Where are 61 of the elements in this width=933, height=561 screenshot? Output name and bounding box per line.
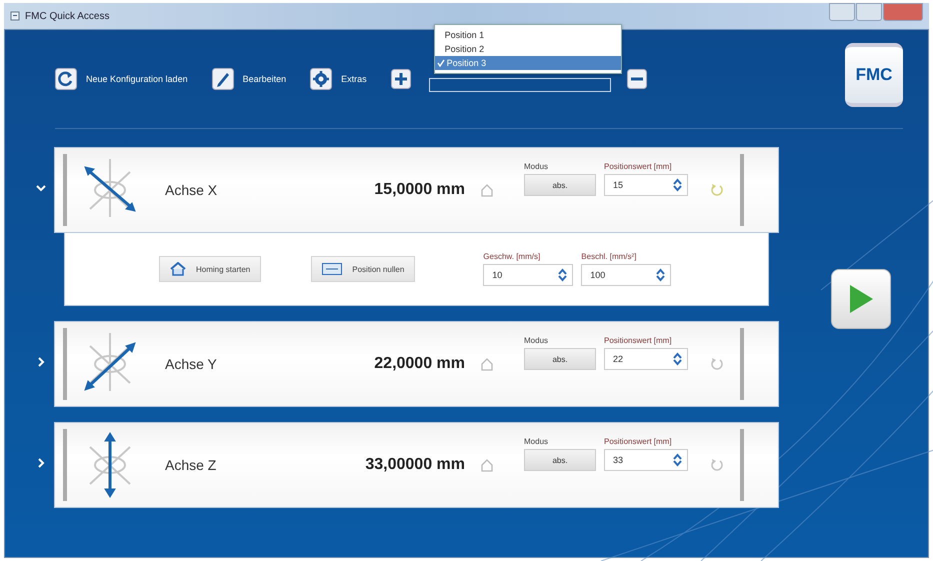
position-reading: 15,0000 mm bbox=[373, 181, 465, 199]
dropdown-option[interactable]: Position 3 bbox=[434, 56, 621, 70]
axis-name: Achse X bbox=[165, 182, 218, 198]
remove-button[interactable] bbox=[626, 69, 647, 89]
mode-button[interactable]: abs. bbox=[524, 174, 596, 196]
home-icon bbox=[480, 357, 494, 371]
field-label: Modus bbox=[524, 336, 550, 345]
window-title: FMC Quick Access bbox=[25, 10, 110, 22]
field-label: Geschw. [mm/s] bbox=[483, 252, 542, 261]
reset-icon[interactable] bbox=[710, 183, 724, 197]
start-button[interactable] bbox=[831, 269, 891, 329]
play-icon bbox=[848, 284, 874, 314]
field-label: Positionswert [mm] bbox=[604, 437, 673, 446]
add-button[interactable] bbox=[390, 69, 411, 89]
homing-button[interactable]: Homing starten bbox=[159, 256, 262, 282]
maximize-button[interactable] bbox=[856, 3, 882, 21]
spinner-arrows-icon bbox=[656, 268, 666, 282]
minus-icon bbox=[626, 69, 647, 89]
reset-icon[interactable] bbox=[710, 357, 724, 371]
spinner-arrows-icon bbox=[673, 453, 682, 467]
mode-button[interactable]: abs. bbox=[524, 348, 596, 370]
axis-name: Achse Y bbox=[165, 356, 218, 372]
display-icon bbox=[322, 263, 342, 275]
check-icon bbox=[436, 59, 445, 67]
toolbar-button[interactable]: Neue Konfiguration laden bbox=[55, 68, 188, 90]
speed-field[interactable]: 10 bbox=[483, 264, 574, 286]
field-label: Positionswert [mm] bbox=[604, 162, 673, 171]
pencil-icon bbox=[212, 68, 234, 90]
chevron-right-icon[interactable] bbox=[36, 357, 46, 367]
field-label: Modus bbox=[524, 437, 550, 446]
axis-name: Achse Z bbox=[165, 457, 218, 473]
chevron-right-icon[interactable] bbox=[36, 458, 46, 468]
chevron-down-icon[interactable] bbox=[36, 183, 46, 193]
fmc-logo: FMC bbox=[845, 43, 903, 107]
app-icon bbox=[10, 11, 20, 21]
zero-position-button[interactable]: Position nullen bbox=[311, 256, 416, 282]
toolbar-button[interactable]: Bearbeiten bbox=[212, 68, 286, 90]
toolbar-button[interactable]: Extras bbox=[310, 68, 367, 90]
dropdown-option[interactable]: Position 2 bbox=[434, 42, 621, 56]
dropdown-option[interactable]: Position 1 bbox=[434, 28, 621, 42]
settings-icon bbox=[310, 68, 332, 90]
mode-button[interactable]: abs. bbox=[524, 449, 596, 471]
plus-icon bbox=[390, 69, 411, 89]
position-reading: 33,00000 mm bbox=[364, 456, 465, 474]
reset-icon[interactable] bbox=[710, 458, 724, 472]
home-icon bbox=[480, 458, 494, 472]
field-label: Modus bbox=[524, 162, 550, 171]
home-icon bbox=[170, 262, 186, 276]
spinner-arrows-icon bbox=[673, 178, 682, 192]
spinner-arrows-icon bbox=[673, 352, 682, 366]
position-value-field[interactable]: 33 bbox=[604, 449, 688, 471]
position-value-field[interactable]: 22 bbox=[604, 348, 688, 370]
acceleration-field[interactable]: 100 bbox=[581, 264, 672, 286]
spinner-arrows-icon bbox=[558, 268, 568, 282]
home-icon bbox=[480, 183, 494, 197]
position-reading: 22,0000 mm bbox=[373, 355, 465, 373]
field-label: Positionswert [mm] bbox=[604, 336, 673, 345]
field-label: Beschl. [mm/s²] bbox=[581, 252, 638, 261]
position-value-field[interactable]: 15 bbox=[604, 174, 688, 196]
reload-icon bbox=[55, 68, 77, 90]
minimize-button[interactable] bbox=[829, 3, 855, 21]
